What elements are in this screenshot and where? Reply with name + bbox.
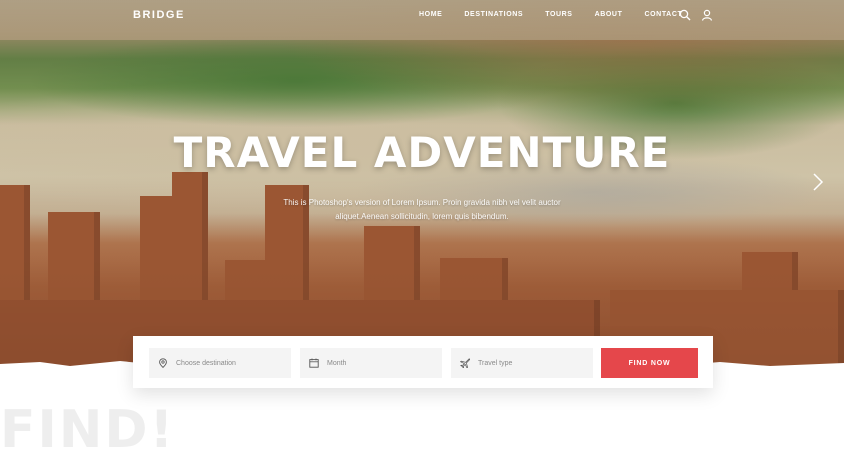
- travel-type-placeholder: Travel type: [478, 359, 513, 367]
- calendar-icon: [309, 358, 319, 368]
- location-pin-icon: [159, 358, 167, 368]
- nav-item-tours[interactable]: TOURS: [545, 11, 572, 18]
- search-icon[interactable]: [679, 9, 691, 21]
- month-placeholder: Month: [327, 359, 347, 367]
- find-now-button[interactable]: FIND NOW: [601, 348, 698, 378]
- slider-next-arrow-icon[interactable]: [812, 172, 824, 192]
- top-navigation: BRIDGE HOME DESTINATIONS TOURS ABOUT CON…: [0, 0, 844, 32]
- user-icon[interactable]: [701, 9, 713, 21]
- month-field[interactable]: Month: [300, 348, 442, 378]
- main-menu: HOME DESTINATIONS TOURS ABOUT CONTACT: [419, 11, 704, 18]
- background-watermark-word: FIND!: [0, 400, 176, 460]
- nav-item-home[interactable]: HOME: [419, 11, 442, 18]
- nav-item-destinations[interactable]: DESTINATIONS: [464, 11, 523, 18]
- hero-subtitle: This is Photoshop's version of Lorem Ips…: [283, 198, 561, 221]
- airplane-icon: [460, 358, 470, 368]
- hero-overlay: [0, 0, 844, 368]
- destination-placeholder: Choose destination: [176, 359, 236, 367]
- nav-item-about[interactable]: ABOUT: [595, 11, 623, 18]
- destination-field[interactable]: Choose destination: [149, 348, 291, 378]
- hero-section: [0, 0, 844, 368]
- hero-title: TRAVEL ADVENTURE: [173, 128, 671, 177]
- travel-type-field[interactable]: Travel type: [451, 348, 593, 378]
- search-panel: Choose destination Month Travel type FIN…: [133, 336, 713, 388]
- brand-logo[interactable]: BRIDGE: [133, 9, 185, 21]
- nav-item-contact[interactable]: CONTACT: [644, 11, 682, 18]
